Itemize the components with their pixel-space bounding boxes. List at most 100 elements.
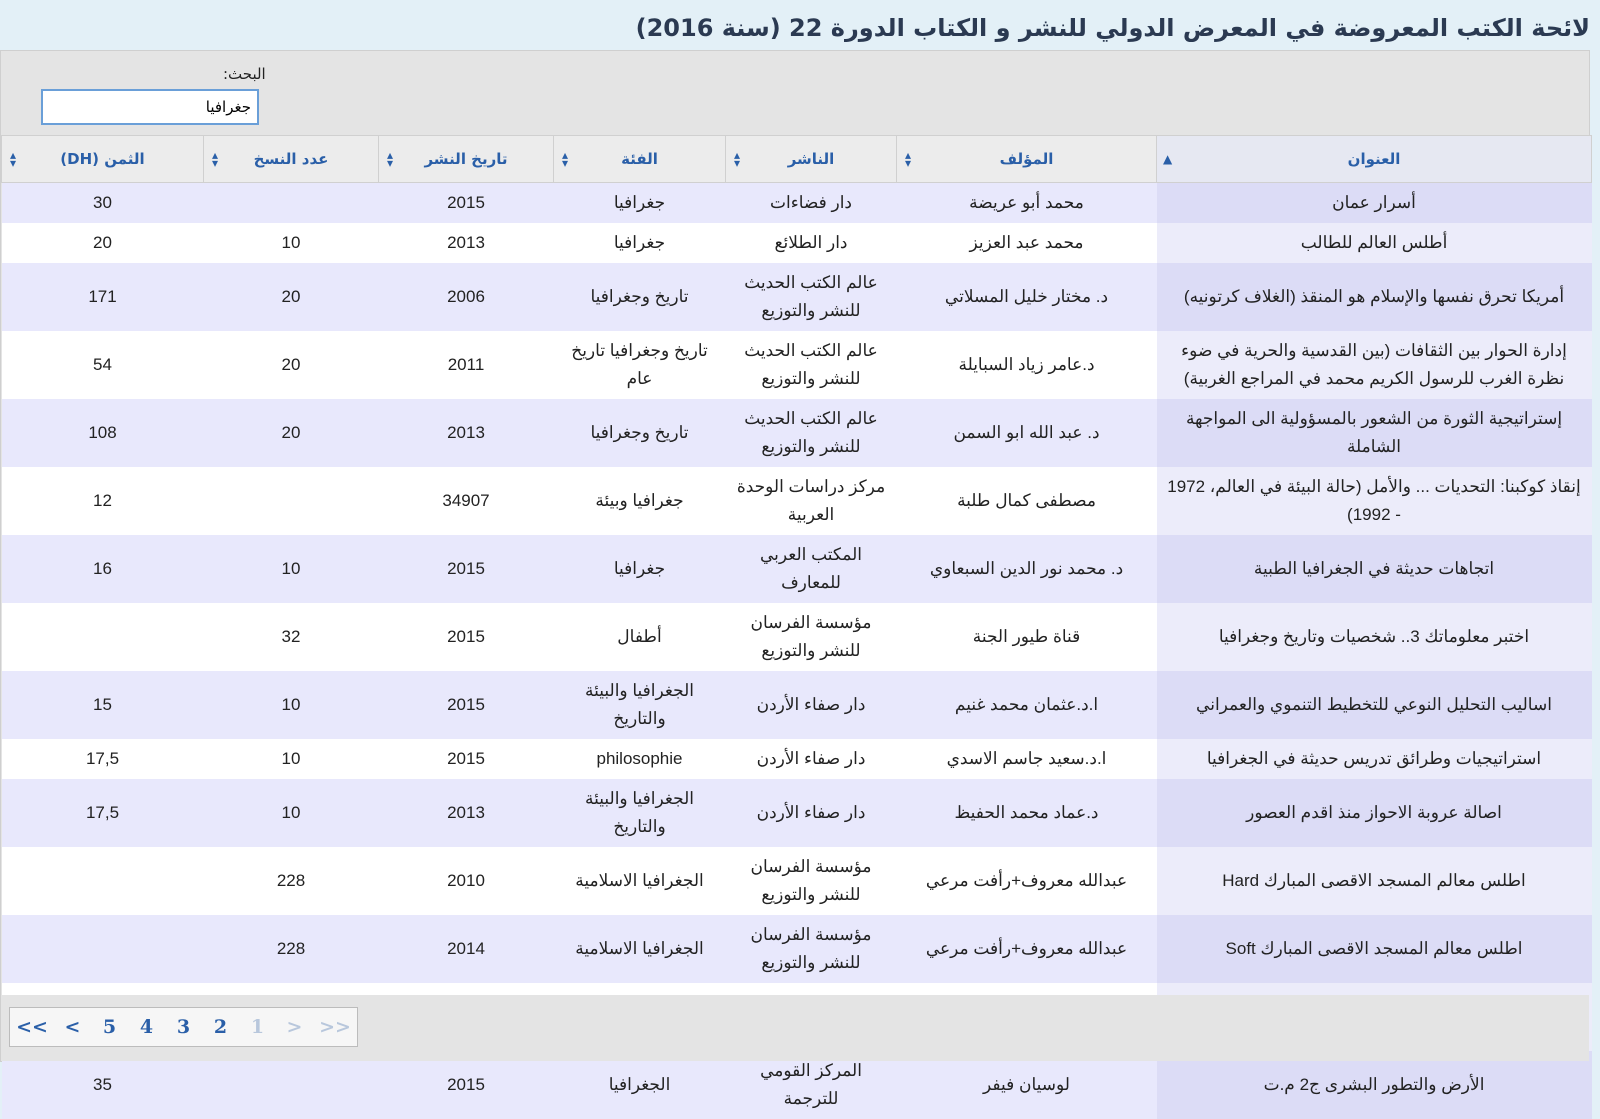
column-header-publisher[interactable]: الناشر▴ ▾ xyxy=(726,136,897,183)
cell-author: عبدالله معروف+رأفت مرعي xyxy=(897,847,1157,915)
table-row[interactable]: اختبر معلوماتك 3.. شخصيات وتاريخ وجغرافي… xyxy=(2,603,1592,671)
cell-author: د. محمد نور الدين السبعاوي xyxy=(897,535,1157,603)
cell-copies xyxy=(204,1051,379,1119)
cell-date: 2013 xyxy=(379,223,554,263)
table-row[interactable]: اطلس معالم المسجد الاقصى المبارك Hardعبد… xyxy=(2,847,1592,915)
column-header-label: المؤلف xyxy=(1000,150,1054,168)
cell-price xyxy=(2,603,204,671)
cell-title: إستراتيجية الثورة من الشعور بالمسؤولية ا… xyxy=(1157,399,1592,467)
cell-date: 2015 xyxy=(379,535,554,603)
cell-date: 2014 xyxy=(379,915,554,983)
previous-page-button[interactable]: < xyxy=(54,1008,91,1046)
table-body: أسرار عمانمحمد أبو عريضةدار فضاءاتجغرافي… xyxy=(2,183,1592,1119)
cell-copies: 10 xyxy=(204,223,379,263)
cell-publisher: المكتب العربي للمعارف xyxy=(726,535,897,603)
cell-publisher: مؤسسة الفرسان للنشر والتوزيع xyxy=(726,847,897,915)
cell-publisher: عالم الكتب الحديث للنشر والتوزيع xyxy=(726,263,897,331)
cell-category: تاريخ وجغرافيا xyxy=(554,263,726,331)
page-4-button[interactable]: 4 xyxy=(128,1008,165,1046)
table-row[interactable]: اصالة عروبة الاحواز منذ اقدم العصورد.عما… xyxy=(2,779,1592,847)
cell-price: 54 xyxy=(2,331,204,399)
cell-category: الجغرافيا والبيئة والتاريخ xyxy=(554,779,726,847)
cell-category: أطفال xyxy=(554,603,726,671)
sort-asc-icon: ▲ xyxy=(1163,155,1172,163)
cell-category: philosophie xyxy=(554,739,726,779)
cell-date: 2013 xyxy=(379,779,554,847)
cell-publisher: مؤسسة الفرسان للنشر والتوزيع xyxy=(726,603,897,671)
column-header-price[interactable]: الثمن (DH)▴ ▾ xyxy=(2,136,204,183)
cell-author: ا.د.عثمان محمد غنيم xyxy=(897,671,1157,739)
sort-both-icon: ▴ ▾ xyxy=(10,151,16,167)
search-area: البحث: xyxy=(1,51,1589,134)
cell-price: 171 xyxy=(2,263,204,331)
cell-publisher: دار صفاء الأردن xyxy=(726,739,897,779)
cell-date: 2006 xyxy=(379,263,554,331)
cell-copies: 10 xyxy=(204,671,379,739)
cell-copies: 32 xyxy=(204,603,379,671)
cell-copies: 228 xyxy=(204,847,379,915)
table-row[interactable]: اتجاهات حديثة في الجغرافيا الطبيةد. محمد… xyxy=(2,535,1592,603)
cell-category: الجغرافيا xyxy=(554,1051,726,1119)
cell-price: 30 xyxy=(2,183,204,224)
page-title: لائحة الكتب المعروضة في المعرض الدولي لل… xyxy=(10,0,1590,50)
first-page-button[interactable]: << xyxy=(10,1008,54,1046)
search-input[interactable] xyxy=(41,89,259,125)
cell-copies: 20 xyxy=(204,263,379,331)
cell-copies: 20 xyxy=(204,399,379,467)
cell-price: 15 xyxy=(2,671,204,739)
cell-category: الجغرافيا والبيئة والتاريخ xyxy=(554,671,726,739)
table-header-row: العنوان▲المؤلف▴ ▾الناشر▴ ▾الفئة▴ ▾تاريخ … xyxy=(2,136,1592,183)
cell-category: جغرافيا xyxy=(554,183,726,224)
cell-author: د. مختار خليل المسلاتي xyxy=(897,263,1157,331)
cell-copies: 228 xyxy=(204,915,379,983)
column-header-category[interactable]: الفئة▴ ▾ xyxy=(554,136,726,183)
cell-title: اختبر معلوماتك 3.. شخصيات وتاريخ وجغرافي… xyxy=(1157,603,1592,671)
cell-category: جغرافيا xyxy=(554,223,726,263)
table-row[interactable]: اطلس معالم المسجد الاقصى المبارك Softعبد… xyxy=(2,915,1592,983)
column-header-author[interactable]: المؤلف▴ ▾ xyxy=(897,136,1157,183)
cell-copies xyxy=(204,467,379,535)
sort-both-icon: ▴ ▾ xyxy=(562,151,568,167)
cell-author: د. عبد الله ابو السمن xyxy=(897,399,1157,467)
page-3-button[interactable]: 3 xyxy=(165,1008,202,1046)
table-row[interactable]: أمريكا تحرق نفسها والإسلام هو المنقذ (ال… xyxy=(2,263,1592,331)
books-table: العنوان▲المؤلف▴ ▾الناشر▴ ▾الفئة▴ ▾تاريخ … xyxy=(1,135,1592,1119)
cell-title: اطلس معالم المسجد الاقصى المبارك Hard xyxy=(1157,847,1592,915)
cell-category: الجغرافيا الاسلامية xyxy=(554,915,726,983)
cell-publisher: دار صفاء الأردن xyxy=(726,779,897,847)
table-row[interactable]: إستراتيجية الثورة من الشعور بالمسؤولية ا… xyxy=(2,399,1592,467)
cell-author: مصطفى كمال طلبة xyxy=(897,467,1157,535)
table-row[interactable]: أسرار عمانمحمد أبو عريضةدار فضاءاتجغرافي… xyxy=(2,183,1592,224)
pagination: <<<54321>>> xyxy=(9,1007,358,1047)
cell-publisher: عالم الكتب الحديث للنشر والتوزيع xyxy=(726,331,897,399)
table-row[interactable]: إدارة الحوار بين الثقافات (بين القدسية و… xyxy=(2,331,1592,399)
page-2-button[interactable]: 2 xyxy=(202,1008,239,1046)
column-header-copies[interactable]: عدد النسخ▴ ▾ xyxy=(204,136,379,183)
pagination-bar: <<<54321>>> xyxy=(1,995,1589,1061)
column-header-date[interactable]: تاريخ النشر▴ ▾ xyxy=(379,136,554,183)
cell-title: أسرار عمان xyxy=(1157,183,1592,224)
cell-author: محمد أبو عريضة xyxy=(897,183,1157,224)
cell-author: قناة طيور الجنة xyxy=(897,603,1157,671)
cell-title: أمريكا تحرق نفسها والإسلام هو المنقذ (ال… xyxy=(1157,263,1592,331)
cell-author: محمد عبد العزيز xyxy=(897,223,1157,263)
cell-title: إنقاذ كوكبنا: التحديات ... والأمل (حالة … xyxy=(1157,467,1592,535)
table-row[interactable]: الأرض والتطور البشرى ج2 م.تلوسيان فيفرال… xyxy=(2,1051,1592,1119)
cell-title: استراتيجيات وطرائق تدريس حديثة في الجغرا… xyxy=(1157,739,1592,779)
table-row[interactable]: اساليب التحليل النوعي للتخطيط التنموي وا… xyxy=(2,671,1592,739)
table-row[interactable]: إنقاذ كوكبنا: التحديات ... والأمل (حالة … xyxy=(2,467,1592,535)
cell-title: اطلس معالم المسجد الاقصى المبارك Soft xyxy=(1157,915,1592,983)
table-row[interactable]: أطلس العالم للطالبمحمد عبد العزيزدار الط… xyxy=(2,223,1592,263)
sort-both-icon: ▴ ▾ xyxy=(387,151,393,167)
cell-category: تاريخ وجغرافيا xyxy=(554,399,726,467)
cell-title: اساليب التحليل النوعي للتخطيط التنموي وا… xyxy=(1157,671,1592,739)
page-5-button[interactable]: 5 xyxy=(91,1008,128,1046)
column-header-title[interactable]: العنوان▲ xyxy=(1157,136,1592,183)
cell-publisher: دار الطلائع xyxy=(726,223,897,263)
cell-title: أطلس العالم للطالب xyxy=(1157,223,1592,263)
current-page: 1 xyxy=(239,1008,276,1046)
cell-category: تاريخ وجغرافيا تاريخ عام xyxy=(554,331,726,399)
cell-category: جغرافيا وبيئة xyxy=(554,467,726,535)
table-row[interactable]: استراتيجيات وطرائق تدريس حديثة في الجغرا… xyxy=(2,739,1592,779)
cell-title: الأرض والتطور البشرى ج2 م.ت xyxy=(1157,1051,1592,1119)
